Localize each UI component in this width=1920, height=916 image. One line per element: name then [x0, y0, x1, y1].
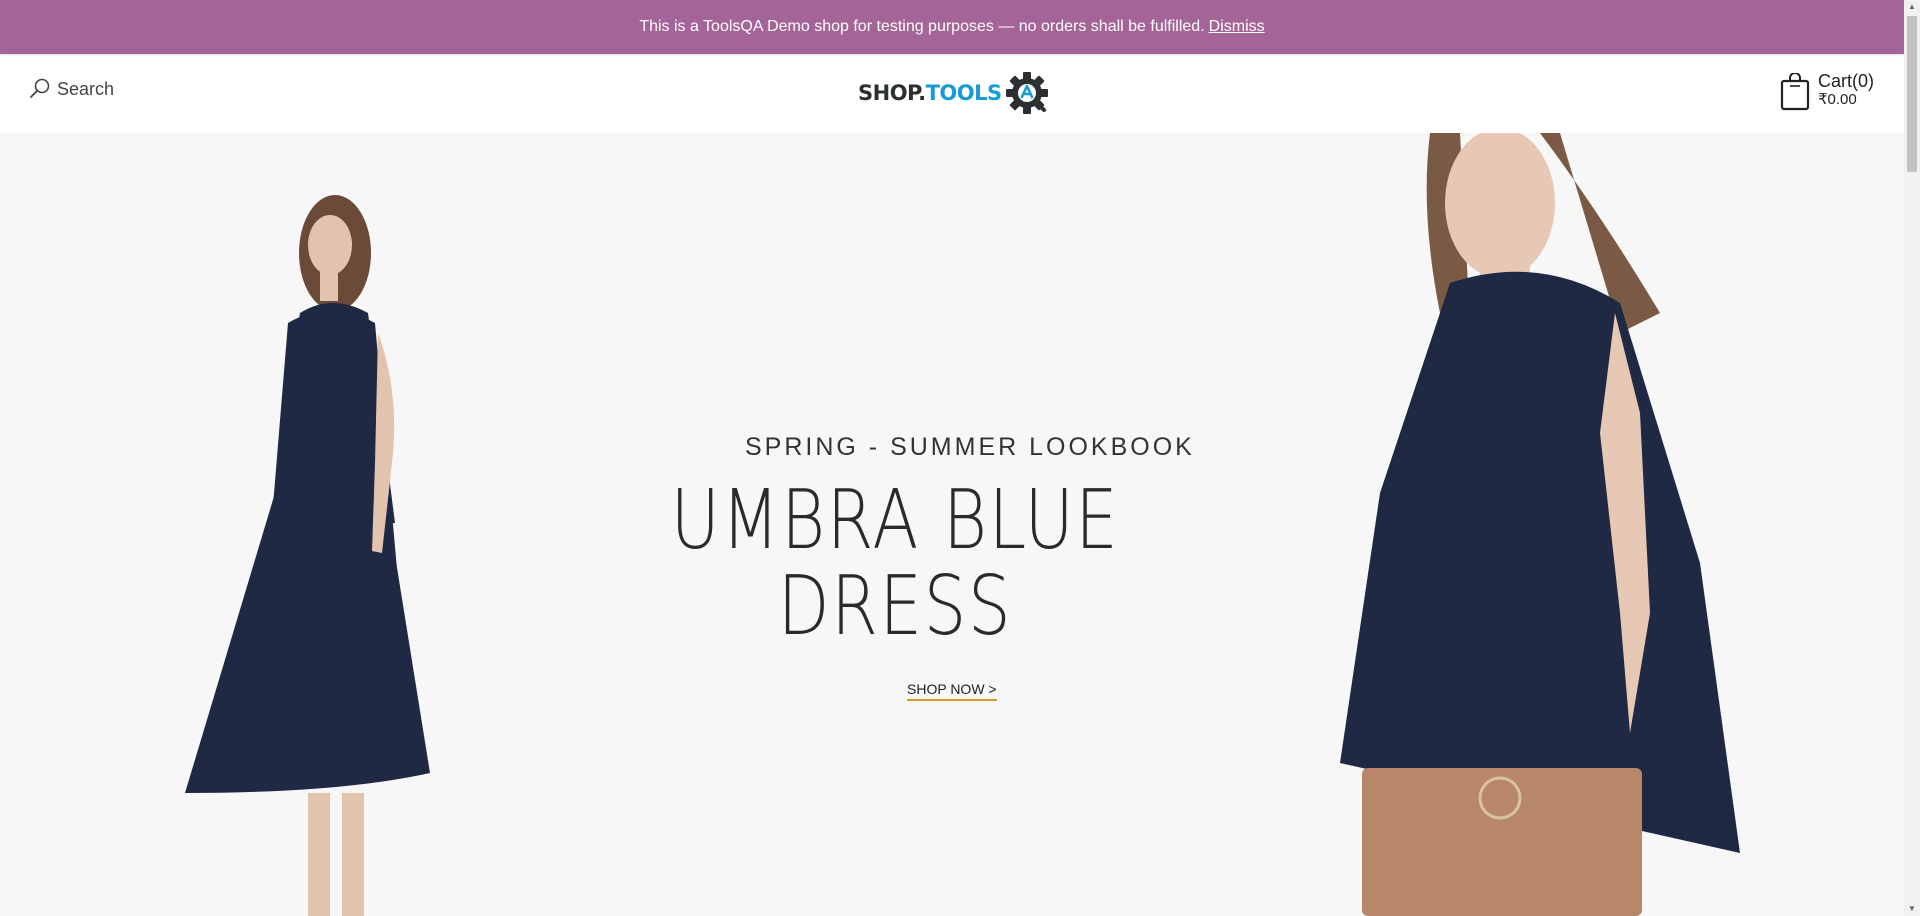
- cart-count: Cart(0): [1817, 71, 1874, 91]
- hero-headline: UMBRA BLUE DRESS: [637, 478, 1154, 650]
- cart-total: ₹0.00: [1817, 91, 1857, 108]
- hero-content: SPRING - SUMMER LOOKBOOK UMBRA BLUE DRES…: [0, 133, 1904, 916]
- logo-text-shop: SHOP.: [858, 81, 926, 105]
- hero-subtitle: SPRING - SUMMER LOOKBOOK: [745, 433, 1195, 461]
- hero-headline-line2: DRESS: [777, 559, 1013, 654]
- search-icon: [30, 78, 50, 98]
- site-header: Search SHOP. TOOLS Cart(0) ₹0.00: [0, 54, 1904, 133]
- cart-link[interactable]: Cart(0) ₹0.00: [1780, 71, 1874, 111]
- gear-logo-icon: [1005, 72, 1048, 114]
- shop-now-link[interactable]: SHOP NOW >: [907, 681, 997, 701]
- notice-text: This is a ToolsQA Demo shop for testing …: [639, 18, 1205, 35]
- hero-banner: SPRING - SUMMER LOOKBOOK UMBRA BLUE DRES…: [0, 133, 1904, 916]
- dismiss-link[interactable]: Dismiss: [1209, 18, 1265, 36]
- shopping-bag-icon: [1780, 73, 1810, 111]
- site-logo[interactable]: SHOP. TOOLS: [858, 70, 1050, 116]
- search-toggle[interactable]: Search: [29, 78, 114, 100]
- logo-text-tools: TOOLS: [925, 81, 1003, 105]
- hero-headline-line1: UMBRA BLUE: [670, 473, 1120, 568]
- page-scrollbar[interactable]: ▲ ▼: [1904, 0, 1920, 916]
- scroll-up-arrow-icon[interactable]: ▲: [1904, 0, 1920, 14]
- scroll-down-arrow-icon[interactable]: ▼: [1904, 902, 1920, 916]
- search-label: Search: [57, 78, 115, 99]
- demo-store-notice: This is a ToolsQA Demo shop for testing …: [0, 0, 1904, 54]
- scrollbar-thumb[interactable]: [1907, 16, 1917, 172]
